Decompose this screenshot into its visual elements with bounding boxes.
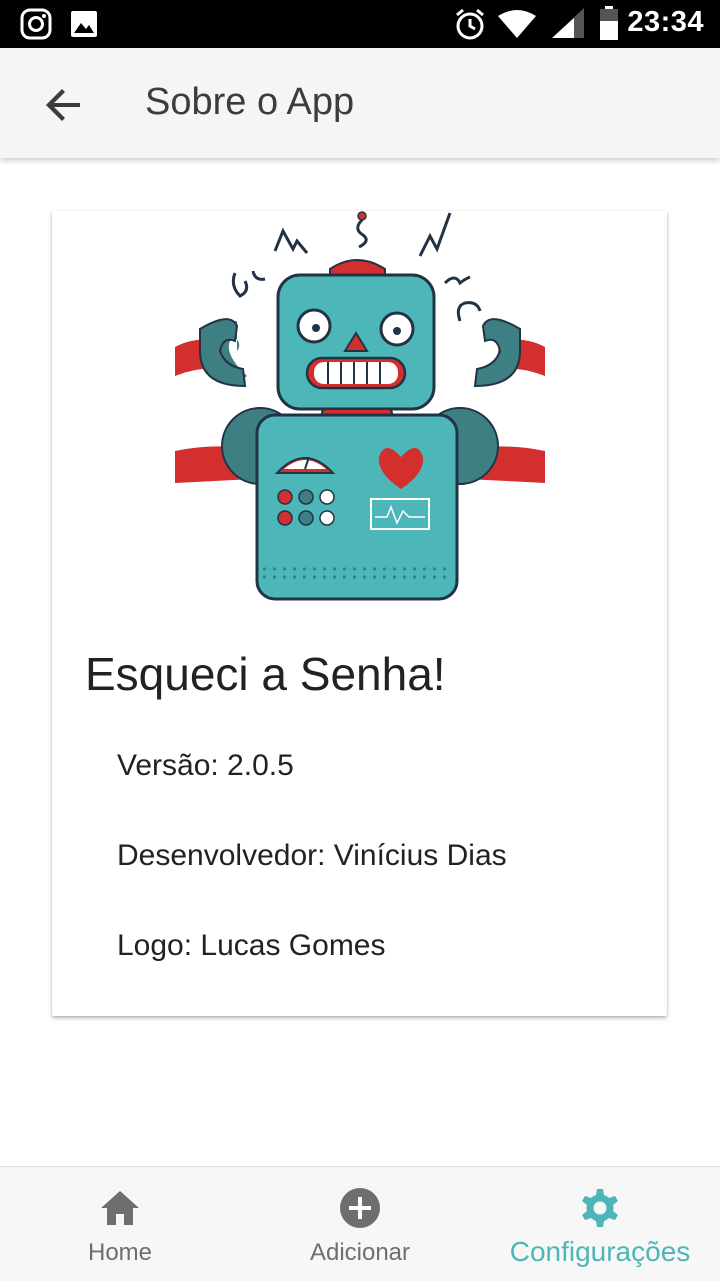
logo-credit-text: Logo: Lucas Gomes [117,929,386,962]
nav-home[interactable]: Home [0,1167,240,1281]
gear-icon [582,1189,618,1227]
nav-adicionar-label: Adicionar [309,1239,411,1266]
developer-text: Desenvolvedor: Vinícius Dias [117,839,507,872]
nav-configuracoes-label: Configurações [509,1236,691,1267]
robot-logo [175,211,545,601]
nav-configuracoes[interactable]: Configurações [480,1167,720,1281]
app-bar: Sobre o App [0,48,720,158]
status-bar: 23:34 [0,0,720,48]
arrow-back-icon [46,89,80,121]
image-icon [70,8,98,45]
wifi-icon [498,10,536,43]
home-icon [101,1191,139,1225]
instagram-icon [20,8,52,45]
bottom-navigation: Home Adicionar Configurações [0,1166,720,1281]
nav-home-label: Home [87,1239,153,1266]
nav-adicionar[interactable]: Adicionar [240,1167,480,1281]
about-card: Esqueci a Senha! Versão: 2.0.5 Desenvolv… [52,211,667,1016]
status-time: 23:34 [627,6,704,38]
page-title: Sobre o App [145,81,355,123]
version-text: Versão: 2.0.5 [117,749,294,782]
back-button[interactable] [40,81,88,129]
signal-icon [552,8,584,43]
battery-icon [600,6,618,45]
add-circle-icon [340,1188,380,1228]
alarm-icon [454,7,486,46]
app-name: Esqueci a Senha! [85,648,446,700]
